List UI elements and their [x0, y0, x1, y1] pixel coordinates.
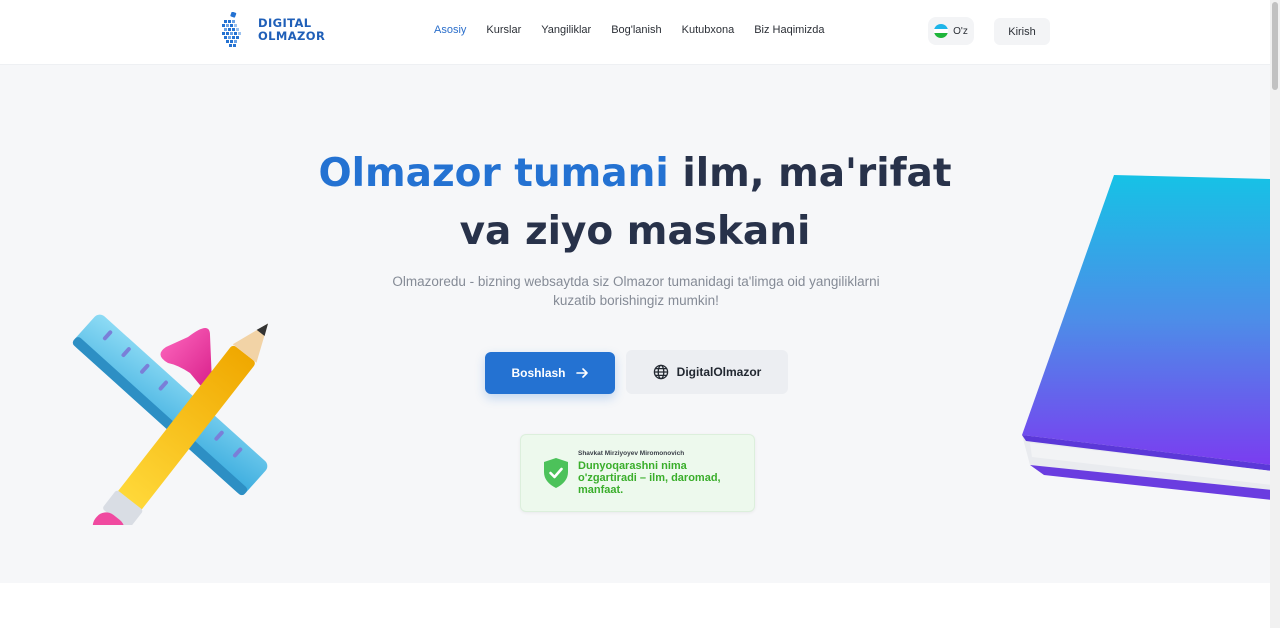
login-button[interactable]: Kirish: [994, 18, 1050, 45]
digitalolmazor-button[interactable]: DigitalOlmazor: [626, 350, 788, 394]
hero-section: Olmazor tumani ilm, ma'rifat va ziyo mas…: [0, 65, 1270, 583]
digitalolmazor-button-label: DigitalOlmazor: [676, 365, 762, 379]
quote-text: Dunyoqarashni nima o'zgartiradi – ilm, d…: [578, 460, 721, 496]
arrow-right-icon: [575, 368, 588, 378]
quote-author: Shavkat Mirziyoyev Miromonovich: [578, 450, 685, 457]
nav-asosiy[interactable]: Asosiy: [434, 24, 466, 36]
scrollbar-thumb[interactable]: [1272, 2, 1278, 90]
nav-yangiliklar[interactable]: Yangiliklar: [541, 24, 591, 36]
main-nav: Asosiy Kurslar Yangiliklar Bog'lanish Ku…: [434, 24, 845, 36]
nav-kutubxona[interactable]: Kutubxona: [682, 24, 735, 36]
language-switcher[interactable]: O'z: [928, 17, 974, 45]
hero-title: Olmazor tumani ilm, ma'rifat va ziyo mas…: [270, 145, 1000, 261]
hero-title-rest: ilm, ma'rifat: [668, 151, 952, 196]
logo-icon: [222, 12, 241, 47]
site-header: DIGITAL OLMAZOR Asosiy Kurslar Yangilikl…: [0, 0, 1270, 65]
logo-text: DIGITAL OLMAZOR: [258, 17, 325, 43]
globe-icon: [653, 364, 668, 380]
book-illustration: [1022, 175, 1270, 500]
hero-title-line2: va ziyo maskani: [459, 209, 811, 254]
shield-check-icon: [544, 458, 568, 488]
start-button-label: Boshlash: [511, 366, 566, 380]
nav-boglanish[interactable]: Bog'lanish: [611, 24, 661, 36]
flag-icon: [934, 24, 949, 38]
ruler-pencil-illustration: [72, 314, 269, 525]
start-button[interactable]: Boshlash: [485, 352, 615, 394]
language-label: O'z: [953, 25, 968, 37]
logo-line2: OLMAZOR: [258, 29, 326, 43]
scrollbar[interactable]: [1270, 0, 1280, 628]
nav-kurslar[interactable]: Kurslar: [486, 24, 521, 36]
nav-biz-haqimizda[interactable]: Biz Haqimizda: [754, 24, 824, 36]
hero-subtitle: Olmazoredu - bizning websaytda siz Olmaz…: [392, 274, 880, 308]
quote-card: Shavkat Mirziyoyev Miromonovich Dunyoqar…: [520, 434, 755, 512]
hero-title-accent: Olmazor tumani: [318, 151, 669, 196]
logo[interactable]: DIGITAL OLMAZOR: [222, 12, 325, 48]
